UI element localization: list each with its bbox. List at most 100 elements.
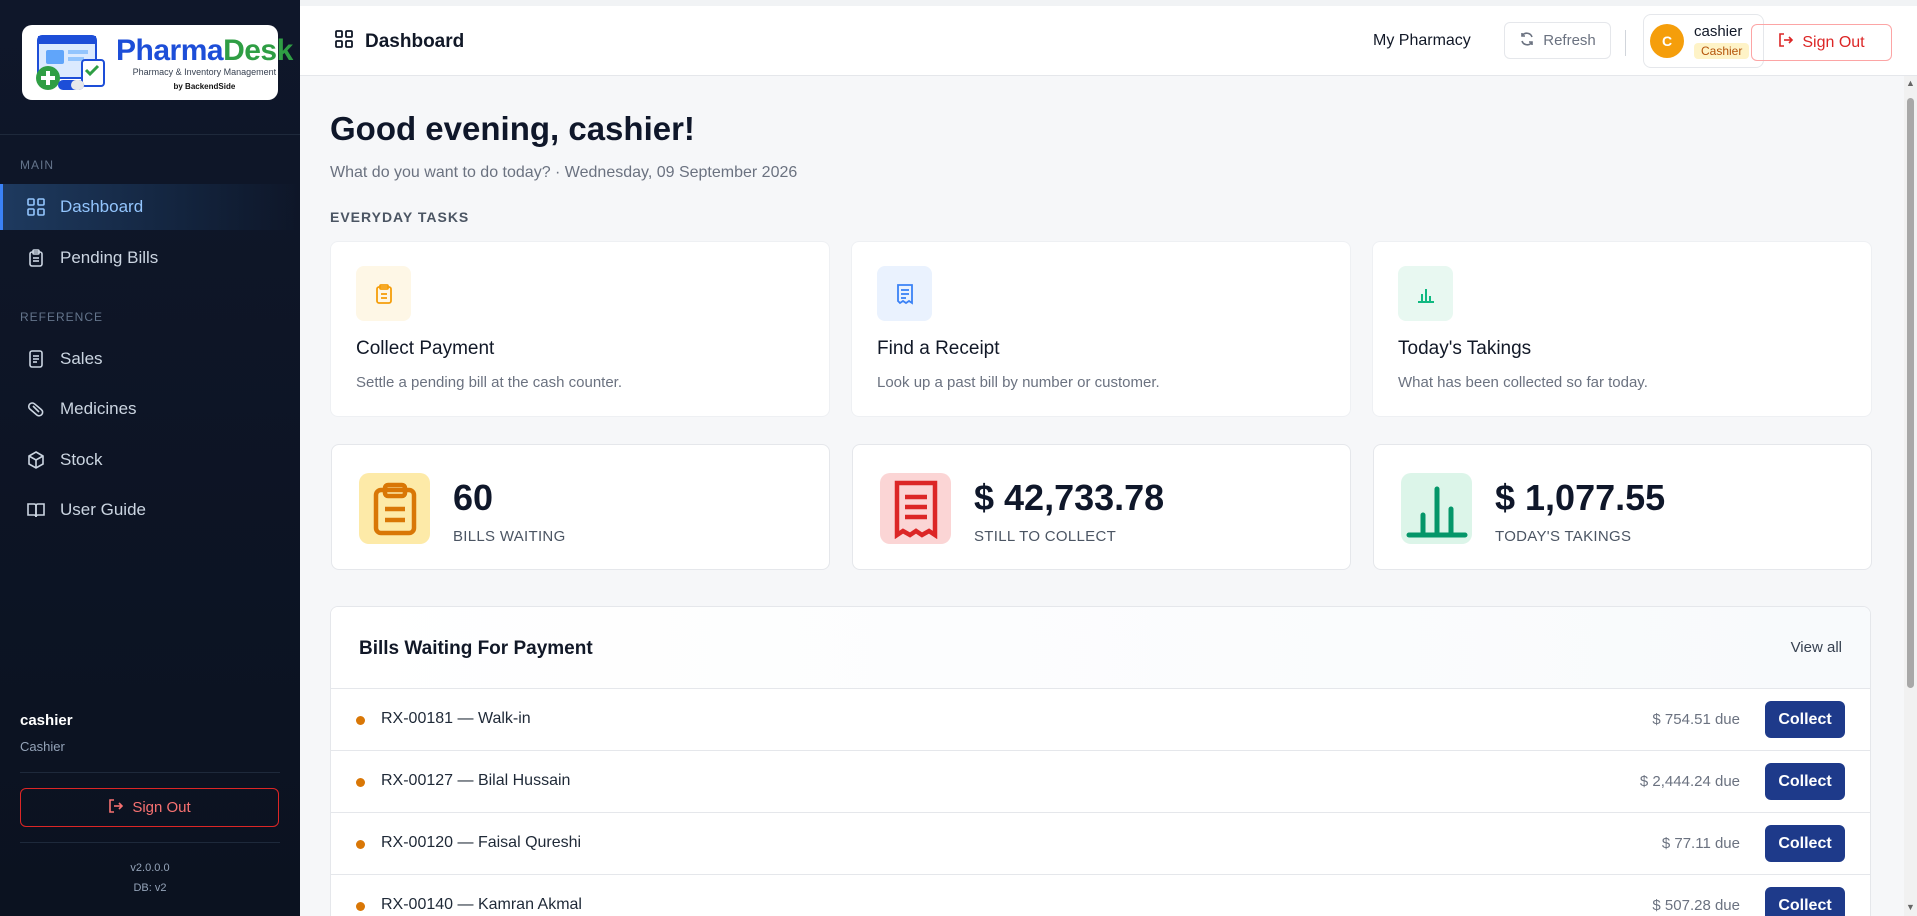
sidebar-item-label: Medicines	[60, 399, 137, 418]
refresh-icon	[1519, 31, 1535, 51]
top-header: Dashboard My Pharmacy Refresh C cashier …	[300, 0, 1917, 76]
collect-button[interactable]: Collect	[1765, 887, 1845, 916]
refresh-button[interactable]: Refresh	[1504, 22, 1611, 59]
stat-value: $ 42,733.78	[974, 477, 1165, 518]
sidebar-section-reference: REFERENCE	[20, 310, 104, 324]
avatar: C	[1650, 24, 1684, 58]
db-version: DB: v2	[133, 882, 167, 894]
task-card-collect-payment[interactable]: Collect Payment Settle a pending bill at…	[330, 241, 830, 417]
pharmacy-name-link[interactable]: My Pharmacy	[1373, 32, 1471, 50]
task-title: Collect Payment	[356, 338, 495, 359]
sidebar-item-dashboard[interactable]: Dashboard	[0, 184, 300, 230]
pharmacy-logo-icon	[28, 30, 114, 96]
receipt-icon	[880, 473, 951, 544]
sign-out-label: Sign Out	[1802, 33, 1865, 51]
scroll-down-arrow-icon[interactable]: ▼	[1906, 902, 1915, 912]
book-icon	[26, 500, 46, 520]
sign-out-icon	[108, 798, 124, 818]
task-card-find-receipt[interactable]: Find a Receipt Look up a past bill by nu…	[851, 241, 1351, 417]
sign-out-icon	[1778, 32, 1794, 53]
status-dot	[356, 778, 365, 787]
sidebar-item-label: Stock	[60, 450, 103, 469]
scrollbar-thumb[interactable]	[1907, 98, 1914, 688]
task-title: Today's Takings	[1398, 338, 1532, 359]
stat-label: STILL TO COLLECT	[974, 528, 1117, 545]
stat-label: TODAY'S TAKINGS	[1495, 528, 1632, 545]
task-title: Find a Receipt	[877, 338, 1000, 359]
sidebar-divider	[20, 772, 280, 773]
table-row: RX-00181 — Walk-in $ 754.51 due Collect	[331, 689, 1870, 751]
stat-value: 60	[453, 477, 494, 518]
grid-icon	[335, 30, 353, 54]
clipboard-icon	[26, 248, 46, 268]
status-dot	[356, 902, 365, 911]
box-icon	[26, 450, 46, 470]
refresh-label: Refresh	[1543, 32, 1596, 49]
bill-reference: RX-00181 — Walk-in	[381, 710, 531, 727]
receipt-icon	[877, 266, 932, 321]
sidebar-sign-out-button[interactable]: Sign Out	[20, 788, 279, 827]
brand-name-part1: Pharma	[116, 33, 224, 67]
page-title: Dashboard	[335, 30, 464, 54]
sidebar-divider	[0, 134, 300, 135]
status-dot	[356, 716, 365, 725]
stat-card-todays-takings: $ 1,077.55 TODAY'S TAKINGS	[1373, 444, 1872, 570]
stat-value: $ 1,077.55	[1495, 477, 1666, 518]
task-description: What has been collected so far today.	[1398, 374, 1648, 391]
sidebar-divider	[20, 842, 280, 843]
sign-out-label: Sign Out	[132, 799, 191, 816]
bill-amount-due: $ 507.28 due	[1652, 897, 1740, 914]
collect-button[interactable]: Collect	[1765, 825, 1845, 862]
task-card-todays-takings[interactable]: Today's Takings What has been collected …	[1372, 241, 1872, 417]
brand-logo[interactable]: PharmaDesk Pharmacy & Inventory Manageme…	[22, 25, 293, 100]
bills-panel-title: Bills Waiting For Payment	[359, 638, 593, 659]
page-title-text: Dashboard	[365, 31, 465, 52]
clipboard-icon	[359, 473, 430, 544]
clipboard-icon	[356, 266, 411, 321]
user-name: cashier	[1694, 22, 1743, 40]
page-scrollbar[interactable]: ▲ ▼	[1904, 76, 1917, 916]
bill-reference: RX-00140 — Kamran Akmal	[381, 896, 582, 913]
brand-tagline: Pharmacy & Inventory Management	[132, 66, 277, 77]
sidebar-item-label: Dashboard	[60, 197, 144, 216]
bar-chart-icon	[1398, 266, 1453, 321]
scroll-up-arrow-icon[interactable]: ▲	[1906, 78, 1915, 88]
bills-panel-header: Bills Waiting For Payment View all	[331, 607, 1870, 689]
app-version: v2.0.0.0	[130, 862, 170, 874]
sidebar-section-main: MAIN	[20, 158, 54, 172]
sidebar-item-pending-bills[interactable]: Pending Bills	[0, 235, 300, 281]
bill-amount-due: $ 754.51 due	[1652, 711, 1740, 728]
brand-by: by BackendSide	[173, 81, 236, 91]
sidebar-user-name: cashier	[20, 712, 73, 729]
sidebar-item-stock[interactable]: Stock	[0, 437, 300, 483]
bill-reference: RX-00120 — Faisal Qureshi	[381, 834, 582, 851]
header-sign-out-button[interactable]: Sign Out	[1751, 24, 1892, 61]
section-label: EVERYDAY TASKS	[330, 209, 470, 225]
table-row: RX-00120 — Faisal Qureshi $ 77.11 due Co…	[331, 813, 1870, 875]
user-menu[interactable]: C cashier Cashier	[1643, 14, 1764, 68]
task-description: Settle a pending bill at the cash counte…	[356, 374, 623, 391]
brand-name-part2: Desk	[223, 33, 293, 67]
view-all-link[interactable]: View all	[1791, 639, 1842, 656]
bill-amount-due: $ 77.11 due	[1661, 835, 1740, 852]
collect-button[interactable]: Collect	[1765, 701, 1845, 738]
sidebar-item-sales[interactable]: Sales	[0, 336, 300, 382]
pill-icon	[26, 399, 46, 419]
sidebar: PharmaDesk Pharmacy & Inventory Manageme…	[0, 0, 300, 916]
status-dot	[356, 840, 365, 849]
grid-icon	[26, 197, 46, 217]
document-icon	[26, 349, 46, 369]
task-description: Look up a past bill by number or custome…	[877, 374, 1160, 391]
sidebar-item-user-guide[interactable]: User Guide	[0, 487, 300, 533]
greeting-subtitle: What do you want to do today? · Wednesda…	[330, 164, 798, 181]
stat-card-still-to-collect: $ 42,733.78 STILL TO COLLECT	[852, 444, 1351, 570]
bill-reference: RX-00127 — Bilal Hussain	[381, 772, 571, 789]
sidebar-item-label: Pending Bills	[60, 248, 159, 267]
stat-label: BILLS WAITING	[453, 528, 566, 545]
greeting: Good evening, cashier!	[330, 110, 695, 147]
sidebar-item-label: Sales	[60, 349, 103, 368]
sidebar-item-medicines[interactable]: Medicines	[0, 386, 300, 432]
user-role-badge: Cashier	[1694, 42, 1750, 59]
stat-card-bills-waiting: 60 BILLS WAITING	[331, 444, 830, 570]
collect-button[interactable]: Collect	[1765, 763, 1845, 800]
